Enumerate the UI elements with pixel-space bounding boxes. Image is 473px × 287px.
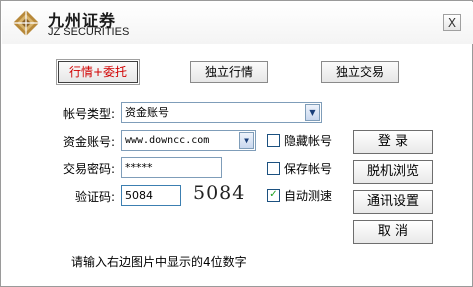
captcha-hint: 请输入右边图片中显示的4位数字 bbox=[71, 255, 247, 269]
auto-speed-test-checkbox[interactable]: ✓ 自动测速 bbox=[267, 187, 332, 204]
save-account-label: 保存帐号 bbox=[284, 162, 333, 176]
login-button[interactable]: 登 录 bbox=[353, 130, 433, 154]
login-window: 九州证券 JZ SECURITIES X 行情+委托 独立行情 独立交易 帐号类… bbox=[0, 0, 473, 287]
checkbox-box[interactable] bbox=[267, 162, 280, 175]
tab-quote-trade[interactable]: 行情+委托 bbox=[56, 59, 140, 85]
chevron-down-icon[interactable]: ▼ bbox=[239, 132, 254, 149]
brand-name-en: JZ SECURITIES bbox=[48, 26, 130, 38]
password-label: 交易密码: bbox=[62, 162, 115, 176]
account-type-label: 帐号类型: bbox=[62, 107, 115, 121]
captcha-input[interactable]: 5084 bbox=[121, 185, 181, 206]
close-button[interactable]: X bbox=[443, 14, 461, 31]
account-type-value: 资金账号 bbox=[125, 106, 169, 119]
check-icon[interactable]: ✓ bbox=[267, 189, 280, 202]
account-value: www.downcc.com bbox=[125, 135, 210, 146]
account-type-select[interactable]: 资金账号 ▼ bbox=[121, 102, 322, 123]
logo-icon bbox=[13, 10, 39, 36]
hide-account-checkbox[interactable]: 隐藏帐号 bbox=[267, 132, 332, 149]
comm-settings-button[interactable]: 通讯设置 bbox=[353, 190, 433, 214]
captcha-label: 验证码: bbox=[74, 190, 115, 204]
tab-trade-only[interactable]: 独立交易 bbox=[321, 61, 399, 83]
title-bar: 九州证券 JZ SECURITIES X bbox=[2, 2, 473, 44]
captcha-image[interactable]: 5084 bbox=[193, 182, 245, 204]
chevron-down-icon[interactable]: ▼ bbox=[305, 104, 320, 121]
offline-browse-button[interactable]: 脱机浏览 bbox=[353, 160, 433, 184]
checkbox-box[interactable] bbox=[267, 134, 280, 147]
password-field[interactable]: ***** bbox=[121, 157, 222, 178]
account-select[interactable]: www.downcc.com ▼ bbox=[121, 130, 256, 151]
auto-speed-test-label: 自动测速 bbox=[284, 189, 333, 203]
cancel-button[interactable]: 取 消 bbox=[353, 220, 433, 244]
tab-quote-only[interactable]: 独立行情 bbox=[190, 61, 268, 83]
hide-account-label: 隐藏帐号 bbox=[284, 134, 333, 148]
account-label: 资金账号: bbox=[62, 135, 115, 149]
save-account-checkbox[interactable]: 保存帐号 bbox=[267, 160, 332, 177]
